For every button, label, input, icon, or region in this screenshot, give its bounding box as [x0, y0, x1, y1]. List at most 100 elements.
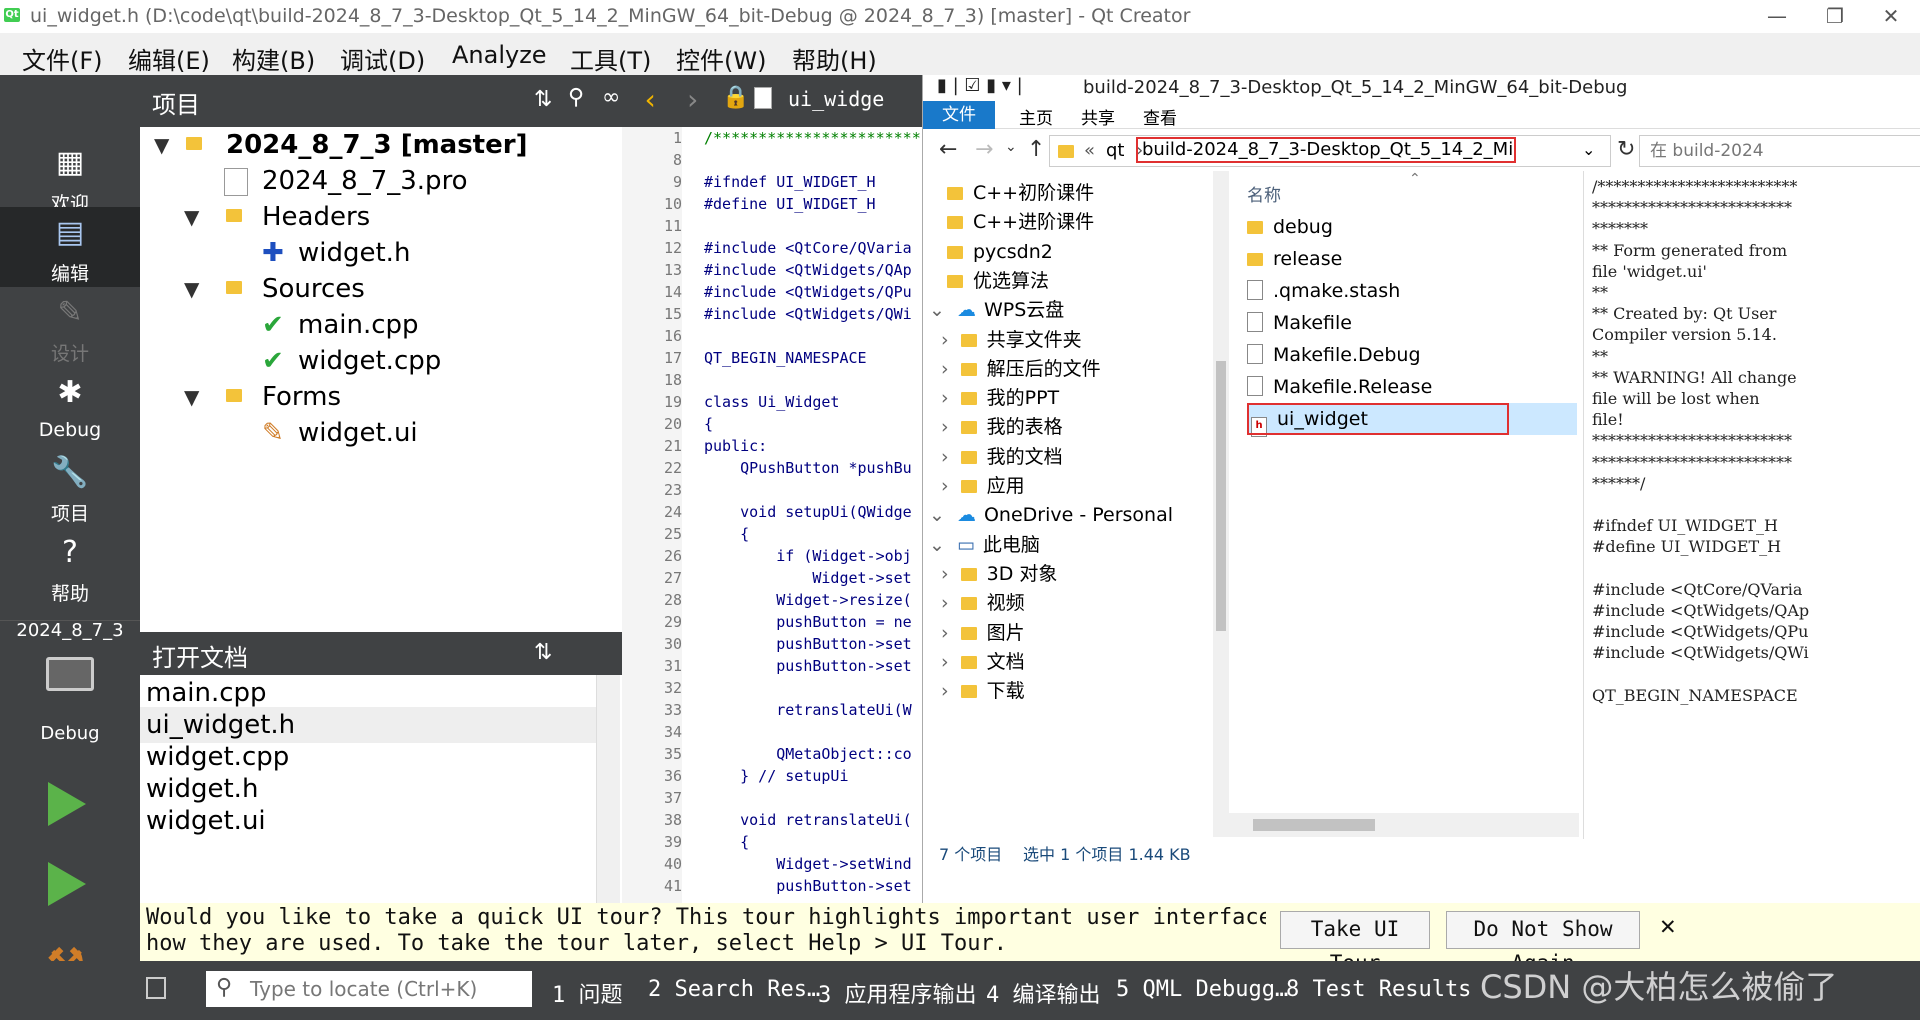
output-pane-search[interactable]: 2 Search Res… — [648, 977, 820, 1002]
open-doc-item[interactable]: widget.cpp — [146, 739, 592, 775]
expand-icon[interactable]: ▼ — [184, 199, 199, 235]
scrollbar-thumb[interactable] — [1216, 361, 1226, 631]
address-overflow[interactable]: « — [1084, 140, 1095, 161]
forward-icon[interactable]: › — [684, 83, 701, 116]
open-doc-item-selected[interactable]: ui_widget.h — [140, 707, 598, 743]
address-bar[interactable]: « qt › build-2024_8_7_3-Desktop_Qt_5_14_… — [1049, 135, 1611, 167]
scrollbar-thumb[interactable] — [1253, 819, 1375, 831]
nav-item[interactable]: › 下载 — [941, 673, 1025, 709]
expand-icon[interactable]: ▼ — [184, 271, 199, 307]
address-part-qt[interactable]: qt — [1106, 140, 1124, 161]
search-input[interactable]: 在 build-2024 — [1639, 135, 1920, 167]
mode-projects[interactable]: 🔧 项目 — [0, 447, 140, 527]
forward-icon[interactable]: → — [975, 137, 993, 162]
mode-design[interactable]: ✎ 设计 — [0, 287, 140, 367]
locator-input[interactable]: Type to locate (Ctrl+K) — [206, 971, 532, 1007]
expand-icon[interactable]: ▼ — [154, 127, 169, 163]
menu-edit[interactable]: 编辑(E) — [128, 41, 210, 76]
editor-tab[interactable]: ui_widge — [788, 87, 884, 111]
chevron-down-icon[interactable]: ⌄ — [1005, 139, 1017, 155]
file-list: 名称 ⌃ debug release .qmake.stash Makefile… — [1229, 171, 1579, 839]
horizontal-scrollbar[interactable] — [1229, 813, 1579, 837]
expand-icon[interactable]: ⌄ — [929, 504, 951, 526]
expand-icon[interactable]: › — [941, 416, 955, 438]
file-item-ui-widget-selected[interactable]: h ui_widget — [1247, 403, 1577, 437]
do-not-show-again-button[interactable]: Do Not Show Again — [1446, 911, 1640, 975]
line-number: 29 — [663, 613, 682, 631]
code-editor[interactable]: ‹ › 🔒 ui_widge 1 8 9 10 11 12 13 14 15 16 17 18 19 20… — [622, 75, 922, 903]
sort-icon[interactable]: ⇅ — [534, 640, 552, 665]
filter-icon[interactable]: ⚲ — [568, 85, 584, 110]
up-icon[interactable]: ↑ — [1027, 137, 1045, 162]
file-item-makefile-debug[interactable]: Makefile.Debug — [1247, 339, 1577, 371]
menu-controls[interactable]: 控件(W) — [676, 41, 766, 76]
file-item-qmake-stash[interactable]: .qmake.stash — [1247, 275, 1577, 307]
menu-debug[interactable]: 调试(D) — [340, 41, 425, 76]
file-item-release[interactable]: release — [1247, 243, 1577, 275]
output-pane-tests[interactable]: 8 Test Results — [1286, 977, 1471, 1002]
expand-icon[interactable]: › — [941, 651, 955, 673]
preview-line — [1592, 559, 1597, 578]
mode-help[interactable]: ? 帮助 — [0, 527, 140, 607]
output-pane-compile[interactable]: 4 编译输出 — [986, 977, 1101, 1009]
sort-icon[interactable]: ⇅ — [534, 87, 552, 112]
address-current-folder[interactable]: build-2024_8_7_3-Desktop_Qt_5_14_2_MinGW… — [1136, 137, 1516, 163]
nav-scrollbar[interactable] — [1213, 171, 1229, 837]
mode-welcome[interactable]: ▦ 欢迎 — [0, 137, 140, 217]
mode-edit[interactable]: ▤ 编辑 — [0, 207, 140, 287]
menu-file[interactable]: 文件(F) — [22, 41, 103, 76]
expand-icon[interactable]: › — [941, 329, 955, 351]
output-pane-qml[interactable]: 5 QML Debugg… — [1116, 977, 1288, 1002]
close-icon[interactable]: ✕ — [1660, 911, 1676, 941]
back-icon[interactable]: ← — [939, 137, 957, 162]
minimize-button[interactable]: — — [1748, 0, 1806, 33]
expand-icon[interactable]: ⌄ — [929, 534, 951, 556]
folder-icon — [226, 281, 242, 294]
expand-icon[interactable]: › — [941, 446, 955, 468]
link-icon[interactable]: ∞ — [602, 85, 620, 110]
column-header-name[interactable]: 名称 — [1247, 181, 1281, 206]
line-number: 9 — [672, 173, 682, 191]
nav-item-label: 图片 — [986, 621, 1025, 644]
kit-selector[interactable]: Debug — [0, 649, 140, 759]
ribbon-tab-view[interactable]: 查看 — [1143, 104, 1177, 129]
menu-help[interactable]: 帮助(H) — [792, 41, 877, 76]
expand-icon[interactable]: › — [941, 358, 955, 380]
ribbon-tab-file[interactable]: 文件 — [923, 101, 995, 129]
open-doc-item[interactable]: main.cpp — [146, 675, 592, 711]
debug-run-icon[interactable] — [48, 862, 86, 906]
menu-analyze[interactable]: Analyze — [452, 41, 547, 69]
back-icon[interactable]: ‹ — [642, 83, 659, 116]
menu-tools[interactable]: 工具(T) — [570, 41, 651, 76]
mode-label: 项目 — [50, 503, 89, 525]
open-doc-item[interactable]: widget.h — [146, 771, 592, 807]
expand-icon[interactable]: › — [941, 387, 955, 409]
file-item-makefile-release[interactable]: Makefile.Release — [1247, 371, 1577, 403]
expand-icon[interactable]: ⌄ — [929, 299, 951, 321]
refresh-icon[interactable]: ↻ — [1617, 137, 1635, 162]
output-pane-issues[interactable]: 1 问题 — [552, 977, 623, 1009]
expand-icon[interactable]: › — [941, 680, 955, 702]
mode-debug[interactable]: ✱ Debug — [0, 367, 140, 447]
scrollbar[interactable] — [596, 675, 620, 903]
take-ui-tour-button[interactable]: Take UI Tour — [1280, 911, 1430, 975]
file-item-debug[interactable]: debug — [1247, 211, 1577, 243]
file-item-makefile[interactable]: Makefile — [1247, 307, 1577, 339]
output-pane-app-output[interactable]: 3 应用程序输出 — [818, 977, 977, 1009]
code-text[interactable]: /*********************** #ifndef UI_WIDGE… — [704, 127, 924, 903]
expand-icon[interactable]: › — [941, 622, 955, 644]
toggle-sidebar-icon[interactable] — [146, 977, 166, 999]
expand-icon[interactable]: › — [941, 475, 955, 497]
expand-icon[interactable]: › — [941, 592, 955, 614]
ribbon-tab-home[interactable]: 主页 — [1019, 104, 1053, 129]
run-icon[interactable] — [48, 782, 86, 826]
close-button[interactable]: ✕ — [1862, 0, 1920, 33]
open-doc-item[interactable]: widget.ui — [146, 803, 592, 839]
maximize-button[interactable]: ❐ — [1806, 0, 1864, 33]
expand-icon[interactable]: › — [941, 563, 955, 585]
chevron-down-icon[interactable]: ⌄ — [1582, 140, 1595, 159]
menu-build[interactable]: 构建(B) — [232, 41, 315, 76]
ribbon-tab-share[interactable]: 共享 — [1081, 104, 1115, 129]
expand-icon[interactable]: ▼ — [184, 379, 199, 415]
line-number: 36 — [663, 767, 682, 785]
